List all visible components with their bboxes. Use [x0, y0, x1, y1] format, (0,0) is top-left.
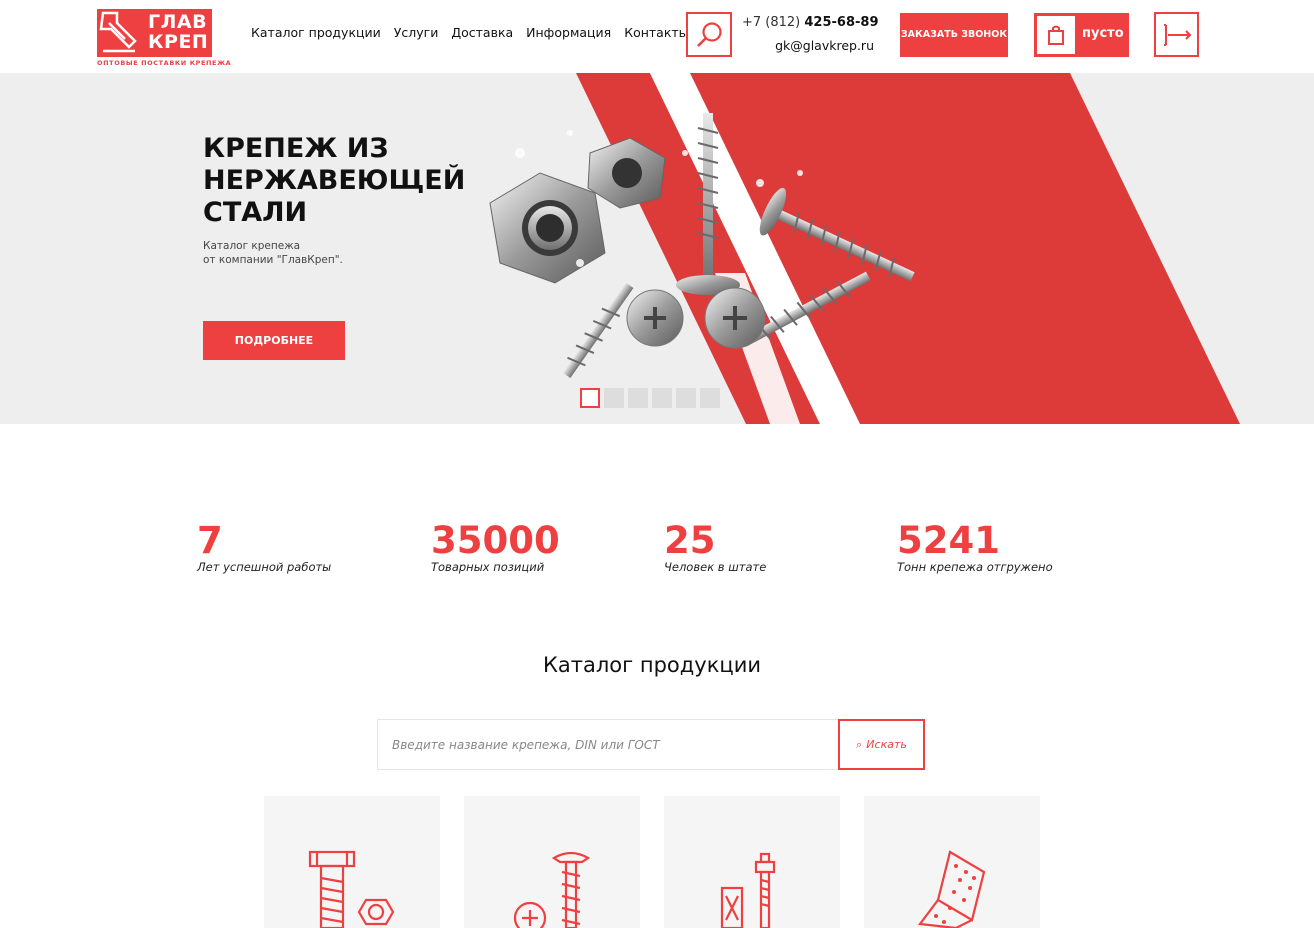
stat-value: 7 [197, 519, 223, 562]
nav-catalog[interactable]: Каталог продукции [251, 25, 381, 40]
stat-label: Человек в штате [664, 560, 767, 574]
stat-label: Лет успешной работы [197, 560, 332, 574]
slider-dot[interactable] [604, 388, 624, 408]
nav-information[interactable]: Информация [526, 25, 611, 40]
anchor-icon [720, 852, 776, 928]
catalog-search: ⌕Искать [377, 719, 925, 770]
logo-tagline: ОПТОВЫЕ ПОСТАВКИ КРЕПЕЖА [97, 59, 232, 67]
logo[interactable]: ГЛАВ КРЕП ОПТОВЫЕ ПОСТАВКИ КРЕПЕЖА [97, 9, 232, 67]
login-arrow-icon [1164, 24, 1192, 46]
category-card[interactable] [464, 796, 640, 928]
hero-subtitle: Каталог крепежа от компании "ГлавКреп". [203, 240, 343, 266]
bolt-nut-icon [308, 850, 395, 928]
nav-contacts[interactable]: Контакты [624, 25, 688, 40]
fasteners-image [489, 113, 915, 379]
email-link[interactable]: gk@glavkrep.ru [742, 38, 874, 53]
slider-dot[interactable] [676, 388, 696, 408]
perforated-corner-icon [917, 850, 986, 928]
header-search-button[interactable] [686, 12, 732, 57]
cart-button[interactable]: пусто [1034, 13, 1129, 57]
stat-staff: 25 Человек в штате [664, 518, 766, 574]
stat-tons: 5241 Тонн крепежа отгружено [897, 518, 1053, 574]
hero-title: КРЕПЕЖ ИЗ НЕРЖАВЕЮЩЕЙ СТАЛИ [203, 133, 466, 228]
search-icon: ⌕ [856, 738, 863, 751]
stat-products: 35000 Товарных позиций [431, 518, 560, 574]
catalog-search-input[interactable] [377, 719, 839, 770]
stat-label: Товарных позиций [431, 560, 545, 574]
slider-dot[interactable] [652, 388, 672, 408]
category-card[interactable] [264, 796, 440, 928]
catalog-search-button[interactable]: ⌕ Искать [838, 719, 925, 770]
slider-pagination [580, 388, 720, 408]
stat-value: 25 [664, 519, 716, 562]
cart-status: пусто [1082, 26, 1124, 41]
shopping-bag-icon [1048, 25, 1064, 45]
nav-services[interactable]: Услуги [394, 25, 439, 40]
hero-slider: КРЕПЕЖ ИЗ НЕРЖАВЕЮЩЕЙ СТАЛИ Каталог креп… [0, 73, 1314, 424]
slider-dot[interactable] [580, 388, 600, 408]
logo-text: ГЛАВ КРЕП [141, 9, 212, 57]
stat-years: 7 Лет успешной работы [197, 518, 331, 574]
header-contacts: +7 (812) 425-68-89 gk@glavkrep.ru [742, 15, 879, 53]
screw-rivet-icon [513, 851, 591, 928]
stat-value: 35000 [431, 519, 560, 562]
login-button[interactable] [1154, 12, 1199, 57]
nav-delivery[interactable]: Доставка [451, 25, 513, 40]
main-nav: Каталог продукции Услуги Доставка Информ… [251, 25, 689, 40]
magnifier-icon [697, 22, 722, 47]
slider-dot[interactable] [628, 388, 648, 408]
hero-more-button[interactable]: ПОДРОБНЕЕ [203, 321, 345, 360]
phone-link[interactable]: +7 (812) 425-68-89 [742, 15, 879, 30]
site-header: ГЛАВ КРЕП ОПТОВЫЕ ПОСТАВКИ КРЕПЕЖА Катал… [0, 0, 1314, 73]
logo-mark-icon [97, 9, 141, 57]
stat-label: Тонн крепежа отгружено [897, 560, 1053, 574]
stat-value: 5241 [897, 519, 1000, 562]
catalog-title: Каталог продукции [543, 653, 761, 677]
category-card[interactable] [664, 796, 840, 928]
category-card[interactable] [864, 796, 1040, 928]
order-call-button[interactable]: ЗАКАЗАТЬ ЗВОНОК [900, 13, 1008, 57]
slider-dot[interactable] [700, 388, 720, 408]
